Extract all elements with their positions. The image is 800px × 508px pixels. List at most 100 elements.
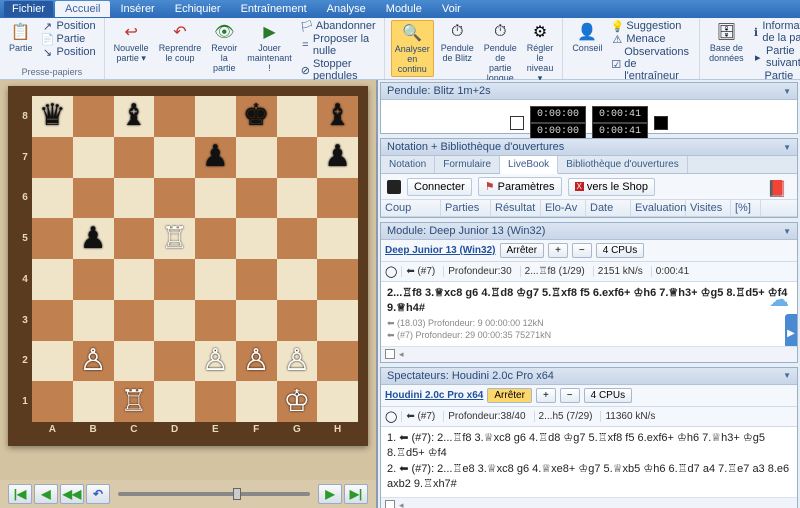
square-C4[interactable] [114,259,155,300]
cloud-icon[interactable]: ☁ [769,286,789,314]
square-B5[interactable]: ♟ [73,218,114,259]
square-E6[interactable] [195,178,236,219]
square-F8[interactable]: ♚ [236,96,277,137]
square-H4[interactable] [317,259,358,300]
square-A1[interactable] [32,381,73,422]
shop-button[interactable]: Xvers le Shop [568,178,656,196]
lb-header[interactable]: Evaluation [631,200,686,216]
notation-tab-formulaire[interactable]: Formulaire [435,156,500,173]
square-A2[interactable] [32,341,73,382]
ribbon-pendule-de-partie-longue[interactable]: ⏱Pendule de partie longue [481,20,520,85]
engine1-name[interactable]: Deep Junior 13 (Win32) [385,245,496,256]
lb-header[interactable]: [%] [731,200,761,216]
menu-tab-analyse[interactable]: Analyse [317,1,376,17]
menu-tab-voir[interactable]: Voir [432,1,471,17]
ribbon-suggestion[interactable]: 💡Suggestion [609,20,693,32]
square-D7[interactable] [154,137,195,178]
engine1-cpus-button[interactable]: 4 CPUs [596,243,644,258]
square-E5[interactable] [195,218,236,259]
square-E4[interactable] [195,259,236,300]
menu-tab-insérer[interactable]: Insérer [110,1,164,17]
ribbon-observations-de-l-entra-neur[interactable]: ☑Observations de l'entraîneur [609,46,693,82]
lb-header[interactable]: Coup [381,200,441,216]
square-B4[interactable] [73,259,114,300]
ribbon-pendule-de-blitz[interactable]: ⏱Pendule de Blitz [438,20,477,65]
square-F3[interactable] [236,300,277,341]
lb-header[interactable]: Visites [686,200,731,216]
square-C6[interactable] [114,178,155,219]
square-H2[interactable] [317,341,358,382]
chessboard[interactable]: 8♛♝♚♝7♟♟65♟♖432♙♙♙♙1♖♔ABCDEFGH [8,86,368,446]
square-B6[interactable] [73,178,114,219]
square-G3[interactable] [277,300,318,341]
ribbon-base-de-donn-es[interactable]: 🗄Base de données [706,20,747,65]
square-D3[interactable] [154,300,195,341]
square-D4[interactable] [154,259,195,300]
menu-tab-module[interactable]: Module [376,1,432,17]
square-D1[interactable] [154,381,195,422]
square-H1[interactable] [317,381,358,422]
menu-tab-entraînement[interactable]: Entraînement [231,1,317,17]
nav-btn-1[interactable]: ◀ [34,484,58,504]
square-E8[interactable] [195,96,236,137]
engine2-plus-button[interactable]: + [536,388,556,403]
square-D6[interactable] [154,178,195,219]
square-D8[interactable] [154,96,195,137]
ribbon-jouer-maintenant-[interactable]: ▶Jouer maintenant ! [244,20,295,75]
ribbon-nouvelle-partie-[interactable]: ↩Nouvelle partie ▾ [111,20,152,65]
file-menu[interactable]: Fichier [4,1,53,17]
square-D2[interactable] [154,341,195,382]
ribbon-analyser-en-continu[interactable]: 🔍Analyser en continu [391,20,434,77]
square-F2[interactable]: ♙ [236,341,277,382]
ribbon-proposer-la-nulle[interactable]: =Proposer la nulle [299,33,378,57]
ribbon-partie[interactable]: 📄Partie [40,33,98,45]
panel-dropdown-icon[interactable]: ▼ [783,371,791,380]
square-G6[interactable] [277,178,318,219]
menu-tab-accueil[interactable]: Accueil [55,1,110,17]
square-C1[interactable]: ♖ [114,381,155,422]
square-B3[interactable] [73,300,114,341]
ribbon-revoir-la-partie[interactable]: 👁Revoir la partie [208,20,240,75]
square-F1[interactable] [236,381,277,422]
square-G8[interactable] [277,96,318,137]
connect-button[interactable]: Connecter [407,178,472,196]
engine1-plus-button[interactable]: + [548,243,568,258]
notation-tab-livebook[interactable]: LiveBook [500,156,558,174]
square-H8[interactable]: ♝ [317,96,358,137]
square-A6[interactable] [32,178,73,219]
ribbon-abandonner[interactable]: 🏳Abandonner [299,20,378,32]
ribbon-partie[interactable]: 📋Partie [6,20,36,55]
engine1-stop-button[interactable]: Arrêter [500,243,545,258]
square-C2[interactable] [114,341,155,382]
menu-tab-echiquier[interactable]: Echiquier [165,1,231,17]
ribbon-position[interactable]: ↘Position [40,46,98,58]
square-A3[interactable] [32,300,73,341]
ribbon-conseil[interactable]: 👤Conseil [569,20,605,55]
ribbon-menace[interactable]: ⚠Menace [609,33,693,45]
square-E3[interactable] [195,300,236,341]
move-slider[interactable] [118,492,310,496]
ribbon-position[interactable]: ↗Position [40,20,98,32]
square-H5[interactable] [317,218,358,259]
nav-btn-0[interactable]: |◀ [8,484,32,504]
ribbon-informations-de-la-partie[interactable]: ℹInformations de la partie [751,20,800,44]
square-B2[interactable]: ♙ [73,341,114,382]
panel-dropdown-icon[interactable]: ▼ [783,227,791,236]
ribbon-partie-suivante[interactable]: ▸Partie suivante [751,45,800,69]
square-D5[interactable]: ♖ [154,218,195,259]
square-C5[interactable] [114,218,155,259]
square-E1[interactable] [195,381,236,422]
square-G4[interactable] [277,259,318,300]
lb-header[interactable]: Elo-Av [541,200,586,216]
square-F6[interactable] [236,178,277,219]
nav-btn-3[interactable]: ↶ [86,484,110,504]
square-F5[interactable] [236,218,277,259]
notation-tab-bibliothèque d'ouvertures[interactable]: Bibliothèque d'ouvertures [558,156,688,173]
side-expand-tab[interactable]: ▶ [785,314,797,346]
engine2-name[interactable]: Houdini 2.0c Pro x64 [385,390,483,401]
square-C8[interactable]: ♝ [114,96,155,137]
panel-dropdown-icon[interactable]: ▼ [783,87,791,96]
engine2-cpus-button[interactable]: 4 CPUs [584,388,632,403]
nav-btn-r1[interactable]: ▶| [344,484,368,504]
square-A8[interactable]: ♛ [32,96,73,137]
